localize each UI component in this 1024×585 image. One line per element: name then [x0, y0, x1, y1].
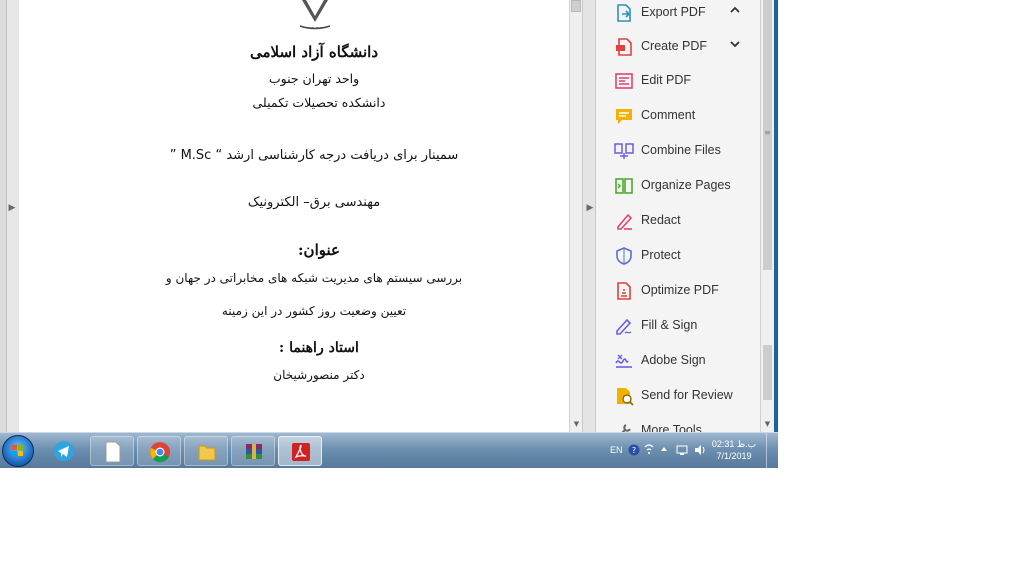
tool-label: Fill & Sign — [641, 318, 698, 332]
taskbar-telegram[interactable] — [42, 436, 86, 466]
taskbar-chrome[interactable] — [137, 436, 181, 466]
show-hidden-icons-icon[interactable] — [660, 445, 668, 453]
protect-icon — [616, 247, 632, 265]
help-icon[interactable]: ? — [628, 444, 640, 456]
subject-line-1: بررسی سیستم های مدیریت شبکه های مخابراتی… — [165, 271, 463, 285]
start-button[interactable] — [2, 435, 34, 467]
expand-left-panel-icon[interactable]: ▶ — [6, 200, 18, 216]
chrome-icon — [150, 442, 170, 463]
taskbar-folder[interactable] — [184, 436, 228, 466]
edit-pdf-icon — [615, 73, 633, 89]
tool-label: Redact — [641, 213, 681, 227]
university-logo-icon: ~ ~ ~ ~ — [299, 0, 331, 30]
left-panel-edge[interactable] — [0, 0, 7, 432]
tool-edit-pdf[interactable]: Edit PDF — [596, 66, 760, 96]
document-scroll-thumb[interactable] — [571, 0, 581, 12]
windows-logo-icon — [12, 445, 23, 456]
tool-label: Send for Review — [641, 388, 733, 402]
optimize-pdf-icon — [617, 282, 631, 300]
tool-send-for-review[interactable]: Send for Review — [596, 381, 760, 411]
send-for-review-icon — [617, 388, 634, 406]
tool-redact[interactable]: Redact — [596, 206, 760, 236]
chevron-down-icon[interactable] — [728, 37, 742, 51]
redact-icon — [617, 213, 633, 230]
tool-export-pdf[interactable]: Export PDF — [596, 0, 760, 28]
tool-protect[interactable]: Protect — [596, 241, 760, 271]
faculty-name: دانشکده تحصیلات تکمیلی — [252, 95, 386, 110]
tool-label: Optimize PDF — [641, 283, 719, 297]
svg-text:~ ~ ~ ~: ~ ~ ~ ~ — [306, 25, 323, 30]
organize-pages-icon — [615, 178, 633, 194]
tool-adobe-sign[interactable]: Adobe Sign — [596, 346, 760, 376]
advisor-name: دکتر منصورشیخان — [273, 368, 365, 382]
tool-label: Edit PDF — [641, 73, 692, 87]
taskbar-acrobat[interactable] — [278, 436, 322, 466]
tool-optimize-pdf[interactable]: Optimize PDF — [596, 276, 760, 306]
document-scrollbar[interactable]: ▼ — [569, 0, 583, 432]
tools-scrollbar[interactable]: ≡ ▼ — [760, 0, 774, 432]
tool-label: Protect — [641, 248, 681, 262]
clock-time: 02:31 ب.ظ — [711, 439, 757, 449]
window-border — [774, 0, 778, 432]
pdf-page: ~ ~ ~ ~ دانشگاه آزاد اسلامی واحد تهران ج… — [19, 0, 569, 432]
create-pdf-icon — [616, 38, 632, 56]
subject-heading: عنوان: — [298, 241, 340, 259]
university-name: دانشگاه آزاد اسلامی — [249, 43, 379, 61]
scroll-down-arrow-icon[interactable]: ▼ — [761, 418, 774, 430]
fill-sign-icon — [616, 318, 632, 335]
svg-text:?: ? — [632, 446, 636, 455]
comment-icon — [616, 109, 632, 124]
tool-comment[interactable]: Comment — [596, 101, 760, 131]
tool-label: Organize Pages — [641, 178, 731, 192]
tool-label: Export PDF — [641, 5, 706, 19]
tool-create-pdf[interactable]: Create PDF — [596, 32, 760, 62]
show-desktop-button[interactable] — [766, 433, 778, 468]
clock-date: 7/1/2019 — [716, 451, 752, 461]
telegram-icon — [54, 441, 74, 461]
export-pdf-icon — [617, 4, 631, 22]
tool-label: Create PDF — [641, 39, 707, 53]
tool-fill-sign[interactable]: Fill & Sign — [596, 311, 760, 341]
tool-combine-files[interactable]: Combine Files — [596, 136, 760, 166]
campus-name: واحد تهران جنوب — [268, 71, 360, 86]
tool-label: Comment — [641, 108, 696, 122]
acrobat-icon — [292, 443, 310, 461]
wifi-icon[interactable] — [644, 442, 654, 456]
tools-pane-splitter[interactable]: ▶ — [582, 0, 596, 432]
taskbar: EN ? 02:31 ب.ظ 7/1/2019 — [0, 432, 778, 468]
seminar-degree: سمینار برای دریافت درجه کارشناسی ارشد “ … — [169, 148, 459, 163]
advisor-heading: استاد راهنما : — [279, 340, 359, 356]
network-icon[interactable] — [676, 444, 688, 456]
tools-scroll-track[interactable] — [763, 345, 772, 400]
adobe-sign-icon — [615, 354, 632, 368]
tool-organize-pages[interactable]: Organize Pages — [596, 171, 760, 201]
tools-pane: Export PDF Create PDF Edit PDF Comment C… — [596, 0, 760, 438]
tool-label: Combine Files — [641, 143, 721, 157]
file-icon — [105, 441, 121, 463]
winrar-icon — [246, 444, 262, 459]
subject-line-2: تعیین وضعیت روز کشور در این زمینه — [221, 304, 407, 318]
scroll-grip-icon: ≡ — [764, 128, 771, 137]
taskbar-winrar[interactable] — [231, 436, 275, 466]
language-indicator[interactable]: EN — [610, 443, 623, 457]
tool-label: Adobe Sign — [641, 353, 706, 367]
collapse-tools-pane-icon[interactable]: ▶ — [584, 200, 596, 216]
taskbar-file[interactable] — [90, 436, 134, 466]
chevron-up-icon[interactable] — [728, 3, 742, 17]
field-of-study: مهندسی برق– الکترونیک — [247, 195, 381, 210]
document-viewer: ▶ ~ ~ ~ ~ دانشگاه آزاد اسلامی واحد تهران… — [0, 0, 583, 432]
acrobat-window: ▶ ~ ~ ~ ~ دانشگاه آزاد اسلامی واحد تهران… — [0, 0, 778, 468]
combine-files-icon — [614, 143, 634, 159]
clock[interactable]: 02:31 ب.ظ 7/1/2019 — [704, 438, 764, 462]
folder-icon — [198, 445, 216, 461]
